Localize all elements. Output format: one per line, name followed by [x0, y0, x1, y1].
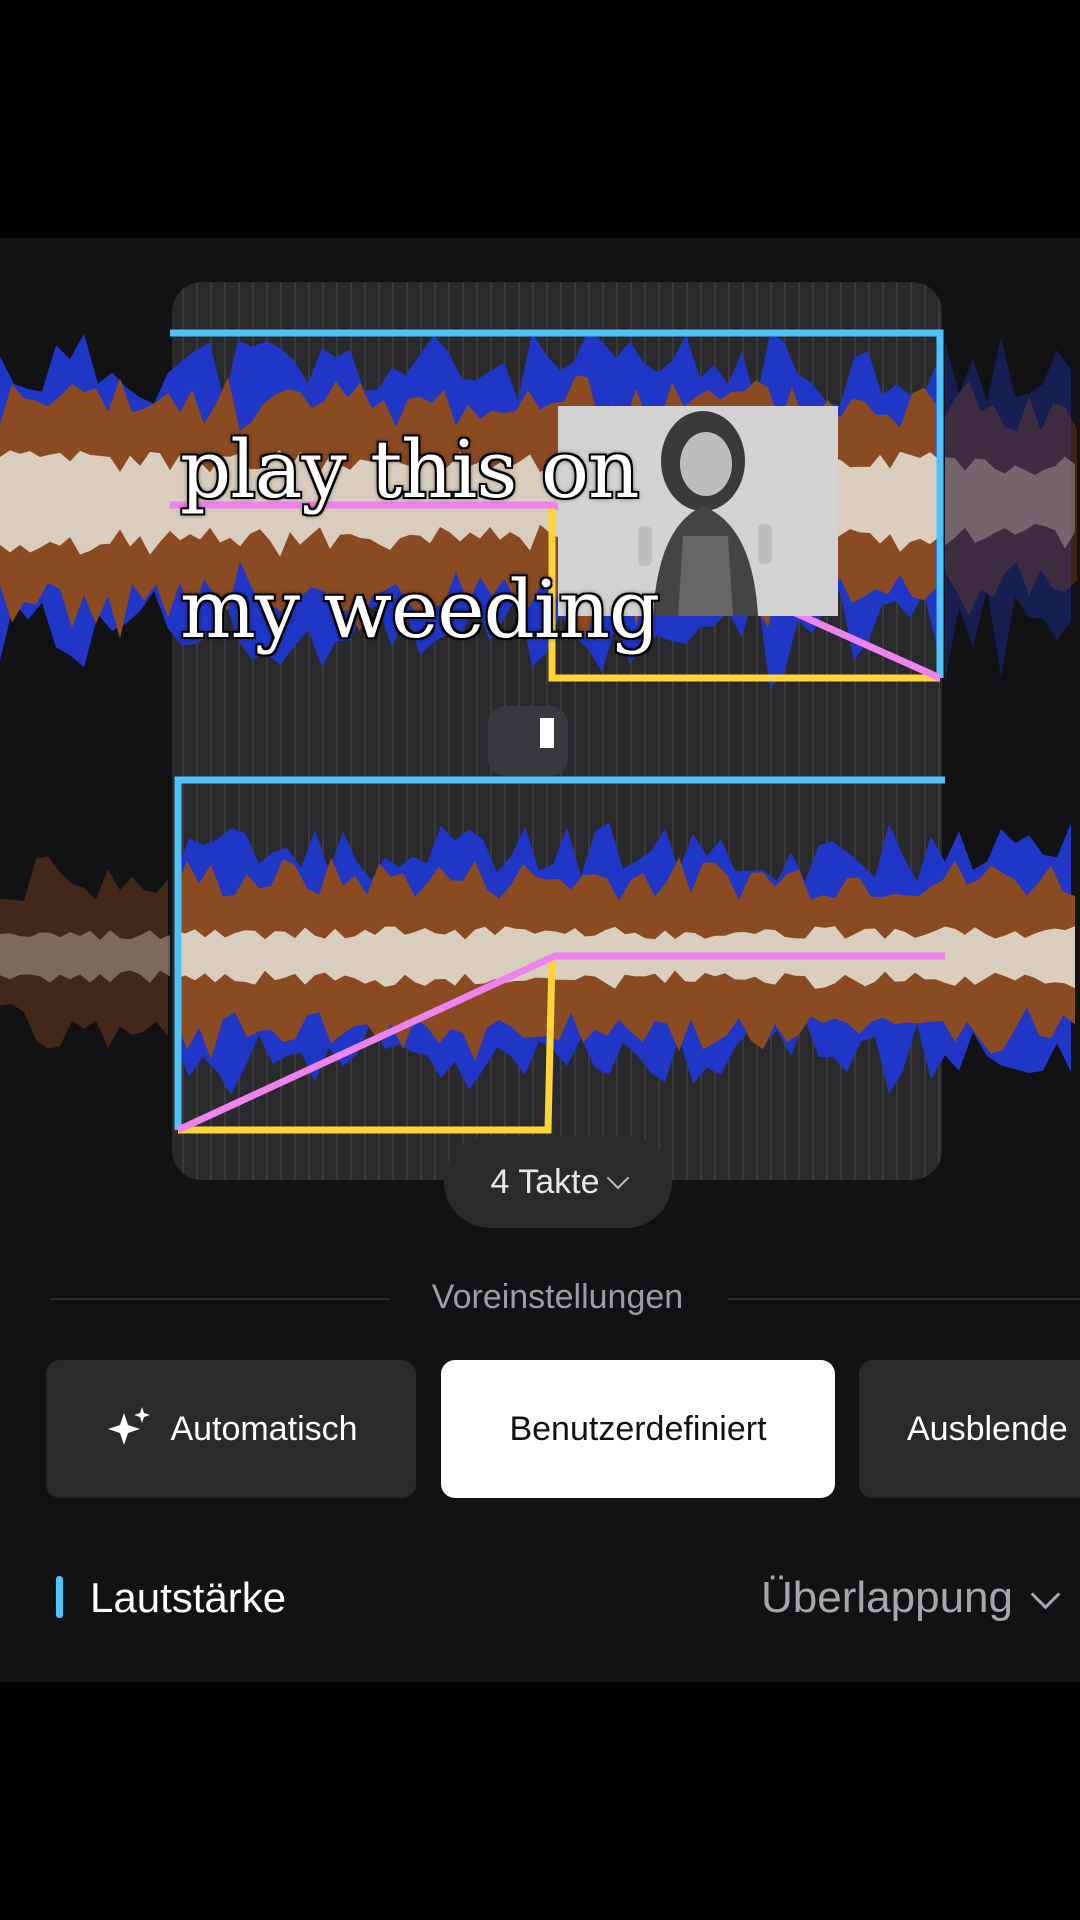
preset-custom-button[interactable]: Benutzerdefiniert [441, 1360, 835, 1498]
volume-tab[interactable]: Lautstärke [90, 1568, 286, 1628]
chevron-down-icon [1030, 1579, 1061, 1609]
volume-active-marker [56, 1576, 63, 1618]
caption-line-2: my weeding [178, 562, 661, 658]
preset-fadeout-button[interactable]: Ausblende [859, 1360, 1080, 1498]
preset-automatic-button[interactable]: Automatisch [46, 1360, 416, 1498]
caption-line-1: play this on [178, 422, 641, 518]
preset-fadeout-label: Ausblende [907, 1409, 1068, 1448]
video-caption: play this on my weeding [178, 400, 661, 680]
volume-row: Lautstärke Überlappung [0, 1568, 1080, 1628]
beats-length-selector[interactable]: 4 Takte [444, 1136, 672, 1228]
chevron-down-icon [606, 1166, 629, 1190]
beats-length-label: 4 Takte [490, 1162, 600, 1201]
playhead-handle [488, 706, 568, 776]
overlap-mode-dropdown[interactable]: Überlappung [761, 1568, 1061, 1628]
overlap-mode-label: Überlappung [761, 1573, 1013, 1622]
sparkle-icon [108, 1407, 151, 1445]
preset-automatic-label: Automatisch [170, 1409, 358, 1448]
preset-custom-label: Benutzerdefiniert [509, 1409, 767, 1448]
presets-title: Voreinstellungen [0, 1278, 1080, 1317]
